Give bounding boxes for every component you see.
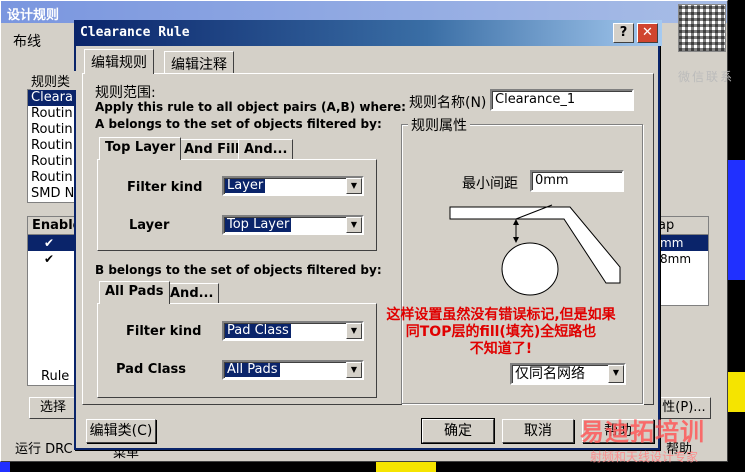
b-tab-all-pads[interactable]: All Pads	[99, 281, 170, 304]
rules-table-right[interactable]: ap mm 8mm	[653, 216, 709, 306]
tab-routing[interactable]: 布线	[13, 31, 41, 51]
table-row[interactable]: ✔	[28, 235, 78, 251]
list-item[interactable]: Routin	[28, 122, 78, 138]
list-item[interactable]: Routin	[28, 170, 78, 186]
b-filter-pane	[97, 303, 377, 398]
a-tab-top-layer[interactable]: Top Layer	[99, 137, 182, 160]
chevron-down-icon[interactable]: ▼	[346, 362, 362, 378]
a-filter-kind-value: Layer	[225, 178, 266, 193]
a-tab-and[interactable]: And...	[238, 139, 294, 159]
checkbox-checked-icon[interactable]: ✔	[44, 252, 54, 266]
list-item[interactable]: SMD N	[28, 186, 78, 202]
a-layer-value: Top Layer	[225, 217, 292, 232]
rule-label: Rule	[41, 369, 70, 384]
select-button[interactable]: 选择	[29, 397, 77, 419]
pcb-trace-yellow-bottom	[376, 462, 436, 472]
table-cell[interactable]: mm	[654, 235, 708, 251]
chevron-down-icon[interactable]: ▼	[346, 217, 362, 233]
rule-list-header: 规则类	[31, 71, 79, 90]
qr-code-icon	[678, 4, 726, 52]
min-gap-label: 最小间距	[462, 176, 518, 192]
rules-table[interactable]: Enable ✔ ✔	[27, 216, 79, 386]
a-filter-kind-select[interactable]: Layer ▼	[222, 176, 364, 196]
clearance-rule-dialog: Clearance Rule ? ✕ 编辑规则 编辑注释 规则范围: Apply…	[74, 20, 662, 450]
b-pad-class-select[interactable]: All Pads ▼	[222, 360, 364, 380]
rule-name-input[interactable]: Clearance_1	[490, 89, 634, 111]
a-filter-pane	[97, 159, 377, 251]
dialog-title: Clearance Rule	[74, 20, 662, 46]
wechat-contact-watermark: 微信联系	[678, 70, 735, 84]
run-drc-label[interactable]: 运行 DRC	[15, 438, 73, 457]
chevron-down-icon[interactable]: ▼	[608, 365, 624, 383]
list-item[interactable]: Routin	[28, 106, 78, 122]
help-title-button[interactable]: ?	[613, 23, 634, 43]
net-scope-select[interactable]: 仅同名网络 ▼	[510, 363, 626, 385]
close-title-button[interactable]: ✕	[637, 23, 658, 43]
b-filter-kind-select[interactable]: Pad Class ▼	[222, 321, 364, 341]
brand-watermark: 易迪拓培训	[580, 418, 705, 446]
net-scope-value: 仅同名网络	[513, 366, 587, 382]
b-tab-and[interactable]: And...	[164, 283, 220, 303]
enable-column-header[interactable]: Enable	[28, 217, 78, 235]
apply-text: Apply this rule to all object pairs (A,B…	[95, 100, 406, 114]
chevron-down-icon[interactable]: ▼	[346, 178, 362, 194]
table-row[interactable]: ✔	[28, 251, 78, 267]
right-column-header[interactable]: ap	[654, 217, 708, 235]
tab-edit-comment[interactable]: 编辑注释	[164, 51, 234, 73]
b-filter-kind-value: Pad Class	[225, 323, 291, 338]
annotation-note: 这样设置虽然没有错误标记,但是如果 同TOP层的fill(填充)全短路也 不知道…	[351, 307, 651, 358]
pcb-trace-blue-right	[728, 160, 745, 280]
b-filter-kind-label: Filter kind	[126, 324, 202, 339]
list-item[interactable]: Routin	[28, 138, 78, 154]
b-pad-class-value: All Pads	[225, 362, 280, 377]
b-filter-text: B belongs to the set of objects filtered…	[95, 263, 382, 277]
ok-button[interactable]: 确定	[421, 418, 495, 444]
a-filter-text: A belongs to the set of objects filtered…	[95, 117, 382, 131]
checkbox-checked-icon[interactable]: ✔	[44, 236, 54, 250]
tab-edit-rule[interactable]: 编辑规则	[84, 49, 154, 74]
a-filter-group: Top Layer And Fill And... Filter kind La…	[97, 136, 377, 254]
rule-properties-label: 规则属性	[408, 115, 470, 135]
edit-class-button[interactable]: 编辑类(C)	[86, 419, 156, 443]
a-layer-select[interactable]: Top Layer ▼	[222, 215, 364, 235]
a-filter-kind-label: Filter kind	[127, 180, 203, 195]
list-item[interactable]: Routin	[28, 154, 78, 170]
rule-properties-group: 规则属性 最小间距 0mm 仅同名网络 ▼	[401, 115, 643, 404]
slogan-watermark: 射频和天线设计专家	[590, 450, 699, 464]
annotation-line: 这样设置虽然没有错误标记,但是如果	[386, 307, 616, 323]
pcb-trace-yellow-right	[728, 372, 745, 412]
rule-class-list[interactable]: Cleara Routin Routin Routin Routin Routi…	[27, 89, 79, 203]
a-layer-label: Layer	[129, 218, 170, 233]
cancel-button[interactable]: 取消	[502, 419, 574, 443]
b-pad-class-label: Pad Class	[116, 362, 187, 377]
edit-rule-pane: 规则范围: Apply this rule to all object pair…	[82, 73, 654, 405]
annotation-line: 同TOP层的fill(填充)全短路也	[405, 324, 597, 340]
table-cell[interactable]: 8mm	[654, 251, 708, 267]
rule-name-label: 规则名称(N)	[409, 95, 487, 111]
min-gap-input[interactable]: 0mm	[530, 170, 624, 192]
a-tab-and-fill[interactable]: And Fill	[178, 139, 246, 159]
rule-scope-heading: 规则范围:	[95, 85, 156, 101]
annotation-line: 不知道了!	[469, 341, 533, 357]
list-item[interactable]: Cleara	[28, 90, 78, 106]
b-filter-group: All Pads And... Filter kind Pad Class ▼ …	[97, 280, 377, 400]
